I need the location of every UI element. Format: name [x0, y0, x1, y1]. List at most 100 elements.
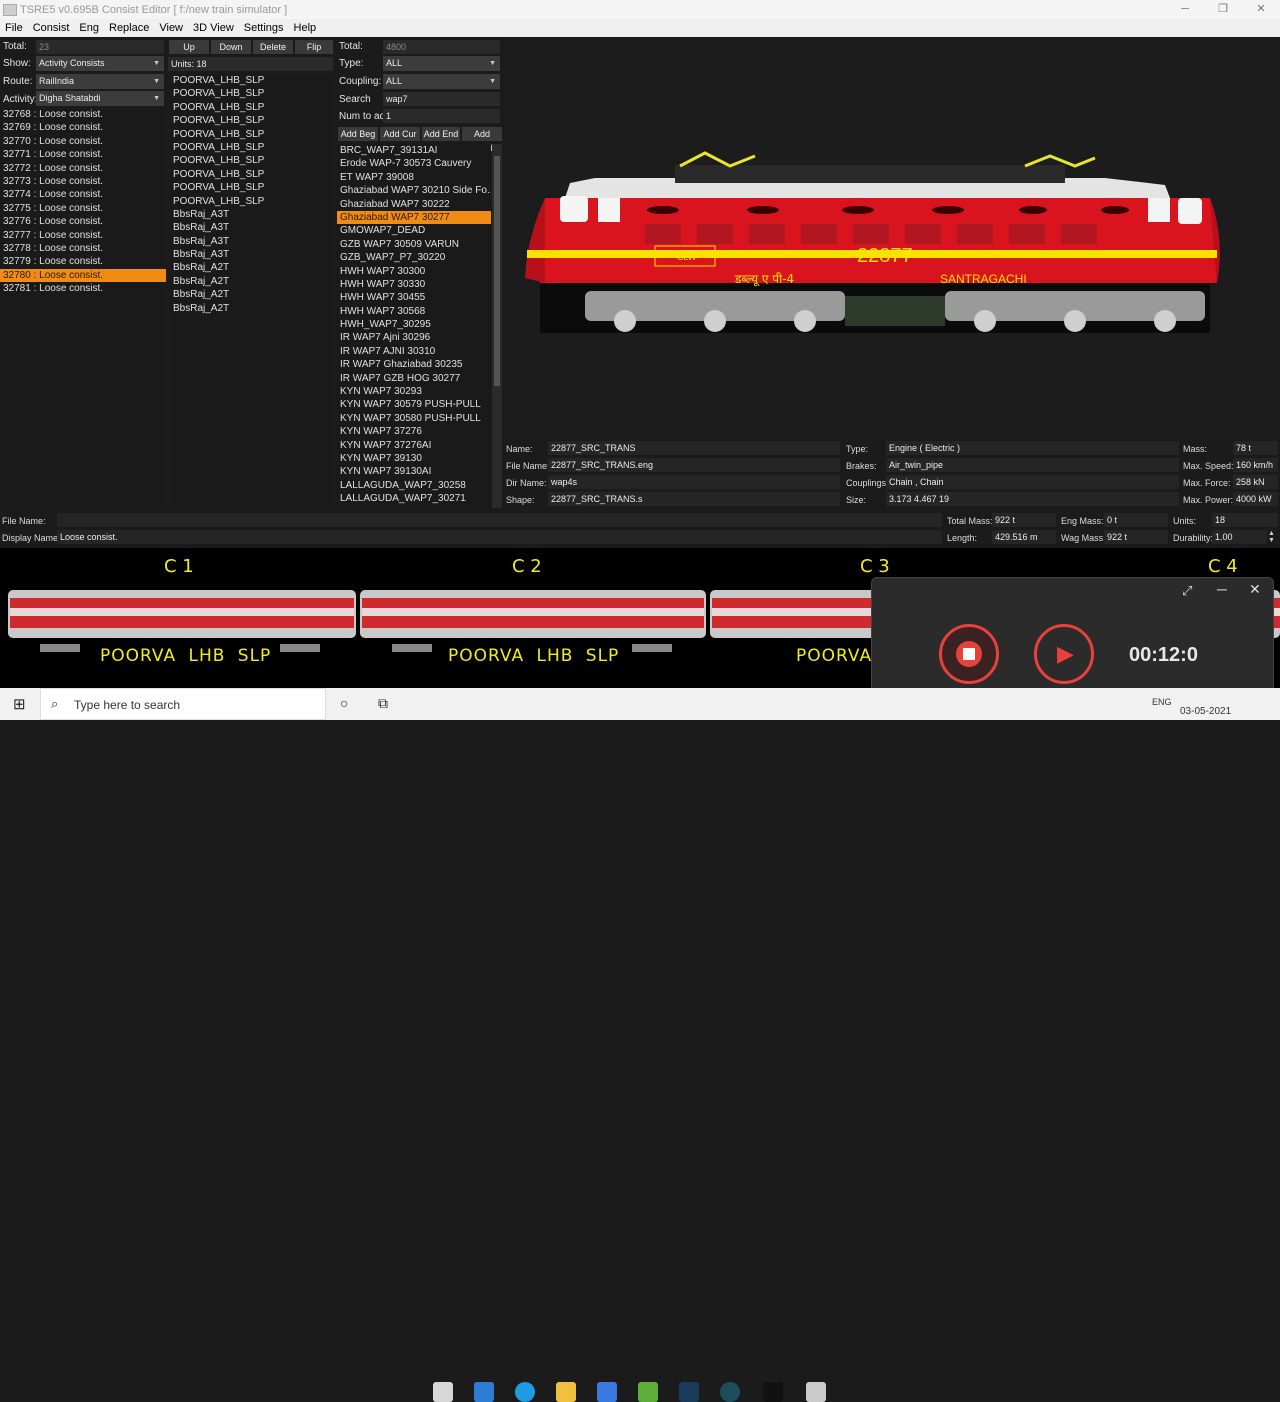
library-list-item[interactable]: HWH WAP7 30568: [337, 305, 491, 318]
terminal-icon[interactable]: [763, 1382, 783, 1402]
consist-list-item[interactable]: 32780 : Loose consist.: [0, 268, 166, 283]
consist-list-item[interactable]: 32777 : Loose consist.: [0, 229, 166, 242]
edge-icon[interactable]: [515, 1382, 535, 1402]
unit-list-item[interactable]: POORVA_LHB_SLP: [170, 114, 333, 127]
menu-file[interactable]: File: [0, 22, 28, 34]
vscode-icon[interactable]: [679, 1382, 699, 1402]
library-list-item[interactable]: KYN WAP7 37276: [337, 425, 491, 438]
file-explorer-icon[interactable]: [556, 1382, 576, 1402]
add-cur-button[interactable]: Add Cur: [380, 127, 420, 141]
consist-display-input[interactable]: Loose consist.: [57, 530, 942, 544]
library-list-item[interactable]: LALLAGUDA_WAP7_30258: [337, 479, 491, 492]
library-list-item[interactable]: Ghaziabad WAP7 30222: [337, 198, 491, 211]
unit-list-item[interactable]: BbsRaj_A3T: [170, 248, 333, 261]
consist-list-item[interactable]: 32772 : Loose consist.: [0, 162, 166, 175]
unit-list-item[interactable]: BbsRaj_A3T: [170, 221, 333, 234]
show-select[interactable]: Activity Consists ▼: [36, 56, 164, 71]
menu-consist[interactable]: Consist: [28, 22, 75, 34]
menu-replace[interactable]: Replace: [104, 22, 154, 34]
unit-list-item[interactable]: POORVA_LHB_SLP: [170, 195, 333, 208]
add-end-button[interactable]: Add End: [422, 127, 460, 141]
unit-list-item[interactable]: POORVA_LHB_SLP: [170, 168, 333, 181]
library-list-item[interactable]: GZB WAP7 30509 VARUN: [337, 238, 491, 251]
menu-settings[interactable]: Settings: [239, 22, 289, 34]
consist-list-item[interactable]: 32768 : Loose consist.: [0, 108, 166, 121]
recorder-app-icon[interactable]: [720, 1382, 740, 1402]
unit-list-item[interactable]: POORVA_LHB_SLP: [170, 154, 333, 167]
library-list-item[interactable]: ET WAP7 39008: [337, 171, 491, 184]
taskbar-search-box[interactable]: ⌕ Type here to search: [40, 688, 326, 720]
consist-list-item[interactable]: 32769 : Loose consist.: [0, 121, 166, 134]
library-list-item[interactable]: KYN WAP7 30579 PUSH-PULL: [337, 398, 491, 411]
consist-list-item[interactable]: 32770 : Loose consist.: [0, 135, 166, 148]
unit-list-item[interactable]: BbsRaj_A2T: [170, 302, 333, 315]
close-button[interactable]: ✕: [1242, 0, 1280, 19]
add-beg-button[interactable]: Add Beg: [338, 127, 378, 141]
store-icon[interactable]: [433, 1382, 453, 1402]
library-list-item[interactable]: BRC_WAP7_39131AI: [337, 144, 491, 157]
unit-list-item[interactable]: POORVA_LHB_SLP: [170, 128, 333, 141]
task-view-icon[interactable]: ⧉: [378, 695, 388, 712]
3d-viewport[interactable]: CLW 22877 डब्ल्यू ए पी-4 SANTRAGACHI: [505, 38, 1280, 439]
library-list-item[interactable]: HWH_WAP7_30295: [337, 318, 491, 331]
consist-list[interactable]: 32768 : Loose consist. 32769 : Loose cons…: [0, 108, 166, 508]
library-list-item[interactable]: Ghaziabad WAP7 30210 Side Fo...: [337, 184, 491, 197]
library-list-item[interactable]: IR WAP7 Ajni 30296: [337, 331, 491, 344]
bluestacks-icon[interactable]: [638, 1382, 658, 1402]
coupling-select[interactable]: ALL ▼: [383, 74, 500, 89]
library-list-item[interactable]: IR WAP7 Ghaziabad 30235: [337, 358, 491, 371]
photos-icon[interactable]: [597, 1382, 617, 1402]
menu-view[interactable]: View: [154, 22, 188, 34]
minimize-recorder-button[interactable]: ─: [1217, 581, 1227, 597]
unit-list-item[interactable]: POORVA_LHB_SLP: [170, 74, 333, 87]
consist-list-item[interactable]: 32779 : Loose consist.: [0, 255, 166, 268]
taskbar-date[interactable]: 03-05-2021: [1180, 706, 1231, 717]
delete-button[interactable]: Delete: [253, 40, 293, 54]
consist-list-item[interactable]: 32776 : Loose consist.: [0, 215, 166, 228]
library-list-item[interactable]: KYN WAP7 37276AI: [337, 439, 491, 452]
explorer-app-icon[interactable]: [474, 1382, 494, 1402]
unit-list-item[interactable]: BbsRaj_A2T: [170, 275, 333, 288]
library-list-item[interactable]: IR WAP7 AJNI 30310: [337, 345, 491, 358]
activity-select[interactable]: Digha Shatabdi ▼: [36, 91, 164, 106]
consist-list-item[interactable]: 32773 : Loose consist.: [0, 175, 166, 188]
pause-record-button[interactable]: ▶: [1034, 624, 1094, 684]
library-list-item[interactable]: Erode WAP-7 30573 Cauvery: [337, 157, 491, 170]
library-scroll-thumb[interactable]: [494, 156, 500, 386]
library-list-item[interactable]: GMOWAP7_DEAD: [337, 224, 491, 237]
durability-spinner[interactable]: 1.00: [1212, 530, 1267, 544]
unit-list-item[interactable]: POORVA_LHB_SLP: [170, 101, 333, 114]
consist-list-item[interactable]: 32775 : Loose consist.: [0, 202, 166, 215]
windows-start-icon[interactable]: ⊞: [13, 695, 26, 713]
consist-list-item[interactable]: 32778 : Loose consist.: [0, 242, 166, 255]
consist-filename-input[interactable]: [57, 513, 942, 527]
expand-icon[interactable]: ⤢: [1182, 583, 1192, 599]
library-list-item[interactable]: KYN WAP7 30293: [337, 385, 491, 398]
unit-list-item[interactable]: BbsRaj_A2T: [170, 261, 333, 274]
tsre-app-icon[interactable]: [806, 1382, 826, 1402]
search-input[interactable]: wap7: [383, 92, 500, 106]
unit-list-item[interactable]: BbsRaj_A2T: [170, 288, 333, 301]
library-list-item[interactable]: IR WAP7 GZB HOG 30277: [337, 372, 491, 385]
cortana-icon[interactable]: ○: [340, 695, 348, 711]
library-list-item[interactable]: HWH WAP7 30330: [337, 278, 491, 291]
library-list-item[interactable]: HWH WAP7 30300: [337, 265, 491, 278]
library-list-item[interactable]: KYN WAP7 39130AI: [337, 465, 491, 478]
unit-list-item[interactable]: BbsRaj_A3T: [170, 235, 333, 248]
library-list-item[interactable]: LALLAGUDA_WAP7_30271: [337, 492, 491, 505]
units-list[interactable]: POORVA_LHB_SLP POORVA_LHB_SLP POORVA_LHB_S…: [170, 74, 333, 508]
library-scrollbar[interactable]: [492, 144, 502, 508]
unit-list-item[interactable]: BbsRaj_A3T: [170, 208, 333, 221]
close-recorder-button[interactable]: ✕: [1249, 581, 1261, 598]
type-select[interactable]: ALL ▼: [383, 56, 500, 71]
unit-list-item[interactable]: POORVA_LHB_SLP: [170, 181, 333, 194]
consist-list-item[interactable]: 32771 : Loose consist.: [0, 148, 166, 161]
stop-record-button[interactable]: [939, 624, 999, 684]
maximize-button[interactable]: ❐: [1204, 0, 1242, 19]
library-list-item[interactable]: KYN WAP7 39130: [337, 452, 491, 465]
consist-list-item[interactable]: 32781 : Loose consist.: [0, 282, 166, 295]
library-list-item[interactable]: HWH WAP7 30455: [337, 291, 491, 304]
minimize-button[interactable]: ─: [1166, 0, 1204, 19]
menu-help[interactable]: Help: [289, 22, 322, 34]
num-to-add-input[interactable]: 1: [383, 109, 500, 123]
